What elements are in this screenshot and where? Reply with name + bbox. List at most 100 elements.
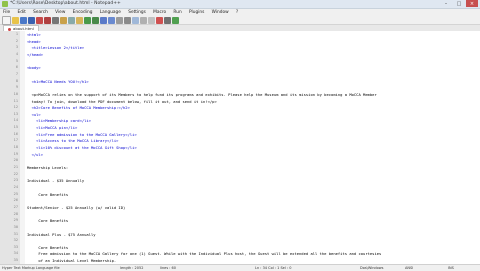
open-folder-icon[interactable] (12, 16, 19, 24)
close-button[interactable]: × (466, 0, 478, 7)
code-text: <li>MoCCA pin</li> (27, 125, 78, 131)
line-number: 12 (13, 105, 18, 110)
line-number: 31 (13, 231, 18, 236)
maximize-button[interactable]: □ (453, 0, 465, 7)
menu-edit[interactable]: Edit (17, 10, 25, 15)
line-number: 28 (13, 211, 18, 216)
menu-plugins[interactable]: Plugins (189, 10, 204, 15)
status-length: length : 2052 (120, 266, 144, 270)
line-number: 22 (13, 171, 18, 176)
close-file-icon[interactable] (36, 16, 43, 24)
show-symbols-icon[interactable] (148, 16, 155, 24)
code-text: Free admission to the MoCCA Gallery for … (27, 251, 382, 257)
menu-settings[interactable]: Settings (128, 10, 146, 15)
line-number: 25 (13, 191, 18, 196)
code-text: <h1>MoCCA Needs YOU!</h1> (27, 78, 89, 84)
redo-icon[interactable] (92, 16, 99, 24)
menu-file[interactable]: File (3, 10, 10, 15)
code-text: of an Individual Level Membership. (27, 258, 117, 264)
line-number: 32 (13, 238, 18, 243)
line-number: 15 (13, 125, 18, 130)
menu-language[interactable]: Language (100, 10, 121, 15)
line-number: 26 (13, 198, 18, 203)
status-mode: INS (448, 266, 454, 270)
minimize-button[interactable]: – (440, 0, 452, 7)
menu-run[interactable]: Run (173, 10, 181, 15)
line-number: 6 (15, 65, 18, 70)
menu-encoding[interactable]: Encoding (73, 10, 93, 15)
line-number: 20 (13, 158, 18, 163)
menu-search[interactable]: Search (33, 10, 48, 15)
code-text: <title>Lesson 2</title> (27, 45, 85, 51)
zoom-out-icon[interactable] (124, 16, 131, 24)
line-number: 16 (13, 131, 18, 136)
code-text: Individual - $35 Annually (27, 178, 85, 184)
line-number: 27 (13, 204, 18, 209)
code-text: <h2>Core Benefits of MoCCA Membership:</… (27, 105, 130, 111)
line-number: 17 (13, 138, 18, 143)
code-text: <body> (27, 65, 41, 71)
code-text: </head> (27, 51, 44, 57)
line-number: 33 (13, 244, 18, 249)
line-number: 24 (13, 184, 18, 189)
stop-macro-icon[interactable] (164, 16, 171, 24)
replace-icon[interactable] (108, 16, 115, 24)
line-number: 4 (15, 51, 18, 56)
line-number: 13 (13, 111, 18, 116)
menu-view[interactable]: View (55, 10, 65, 15)
line-number: 19 (13, 151, 18, 156)
status-filetype: Hyper Text Markup Language file (2, 266, 60, 270)
code-text: <li>Access to the MoCCA Library</li> (27, 138, 119, 144)
paste-icon[interactable] (76, 16, 83, 24)
menu-bar: File Edit Search View Encoding Language … (0, 9, 480, 16)
code-text: Membership Levels: (27, 165, 69, 170)
line-number: 14 (13, 118, 18, 123)
status-position: Ln : 34 Col : 1 Sel : 0 (255, 266, 292, 270)
line-number: 1 (15, 32, 18, 36)
line-number: 29 (13, 218, 18, 223)
editor[interactable]: 1 <html> 2 <head> 3 <title>Lesson 2</title> 4… (0, 31, 480, 264)
code-text: Core Benefits (27, 244, 69, 250)
status-lines: lines : 60 (160, 266, 176, 270)
line-number: 18 (13, 145, 18, 150)
code-text: Core Benefits (27, 191, 69, 197)
play-macro-icon[interactable] (172, 16, 179, 24)
notepad-plus-plus-icon (2, 1, 8, 7)
find-icon[interactable] (100, 16, 107, 24)
line-number: 35 (13, 258, 18, 263)
line-number: 34 (13, 251, 18, 256)
close-all-icon[interactable] (44, 16, 51, 24)
window-title: *C:\Users\Rose\Desktop\about.html - Note… (10, 1, 121, 6)
line-number: 23 (13, 178, 18, 183)
status-eol: Dos\Windows (360, 266, 384, 270)
menu-help[interactable]: ? (236, 10, 238, 15)
line-number: 10 (13, 91, 18, 96)
code-text: <html> (27, 32, 41, 37)
code-text: <li>10% discount at the MoCCA Gift Shop<… (27, 145, 137, 151)
cut-icon[interactable] (60, 16, 67, 24)
code-text: today! To join, download the PDF documen… (27, 98, 217, 104)
menu-window[interactable]: Window (212, 10, 229, 15)
save-all-icon[interactable] (28, 16, 35, 24)
word-wrap-icon[interactable] (140, 16, 147, 24)
copy-icon[interactable] (68, 16, 75, 24)
line-number: 2 (15, 38, 18, 43)
print-icon[interactable] (52, 16, 59, 24)
title-bar: *C:\Users\Rose\Desktop\about.html - Note… (0, 0, 480, 9)
sync-scroll-icon[interactable] (132, 16, 139, 24)
code-text: </ul> (27, 151, 44, 157)
line-number: 11 (13, 98, 18, 103)
line-number: 9 (15, 85, 18, 90)
menu-macro[interactable]: Macro (153, 10, 166, 15)
undo-icon[interactable] (84, 16, 91, 24)
record-macro-icon[interactable] (156, 16, 163, 24)
code-text: <head> (27, 38, 41, 44)
line-number: 21 (13, 165, 18, 169)
line-number: 30 (13, 224, 18, 229)
code-text: Individual Plus - $75 Annually (27, 231, 96, 237)
code-text: Core Benefits (27, 218, 69, 224)
zoom-in-icon[interactable] (116, 16, 123, 24)
toolbar (0, 15, 480, 25)
save-icon[interactable] (20, 16, 27, 24)
new-file-icon[interactable] (2, 15, 11, 25)
